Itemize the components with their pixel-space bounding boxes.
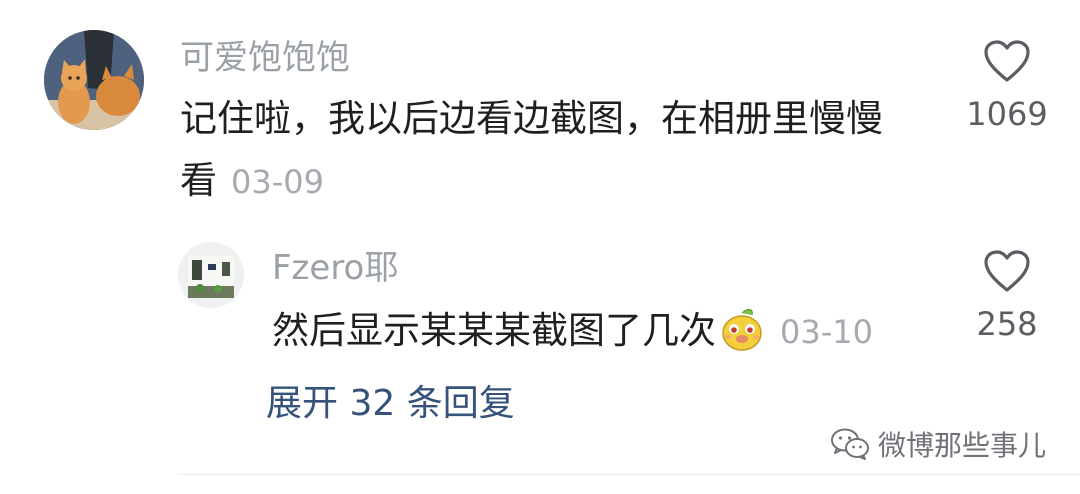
reply-date: 03-10 [780, 313, 873, 351]
reply-like-button[interactable]: 258 [962, 248, 1052, 344]
reply-text-row: 然后显示某某某截图了几次 03-10 [272, 300, 873, 372]
watermark: 微博那些事儿 [830, 424, 1046, 464]
watermark-text: 微博那些事儿 [877, 429, 1046, 462]
comment-thread: 可爱饱饱饱 记住啦，我以后边看边截图，在相册里慢慢 看 03-09 1069 Fz… [0, 0, 1080, 494]
divider [178, 474, 1080, 475]
comment-text: 记住啦，我以后边看边截图，在相册里慢慢 [180, 97, 883, 140]
comment-date: 03-09 [231, 163, 324, 201]
reply-username[interactable]: Fzero耶 [272, 248, 398, 288]
wechat-icon [830, 428, 869, 460]
room-photo-avatar-icon [178, 242, 244, 308]
expand-replies-link[interactable]: 展开 32 条回复 [266, 380, 515, 428]
reply-like-count: 258 [976, 305, 1038, 343]
like-count: 1069 [966, 95, 1048, 133]
reply-avatar[interactable] [178, 242, 244, 308]
comment-text-continued: 看 03-09 [180, 150, 324, 213]
comment-text-line2: 看 [180, 159, 217, 202]
heart-icon [984, 40, 1030, 82]
reply-text: 然后显示某某某截图了几次 [272, 309, 716, 352]
cat-avatar-icon [44, 30, 144, 130]
comment-username[interactable]: 可爱饱饱饱 [180, 38, 350, 78]
avatar[interactable] [44, 30, 144, 130]
heart-icon [984, 250, 1030, 292]
smiling-mascot-emoji-icon [718, 305, 766, 372]
like-button[interactable]: 1069 [962, 38, 1052, 134]
